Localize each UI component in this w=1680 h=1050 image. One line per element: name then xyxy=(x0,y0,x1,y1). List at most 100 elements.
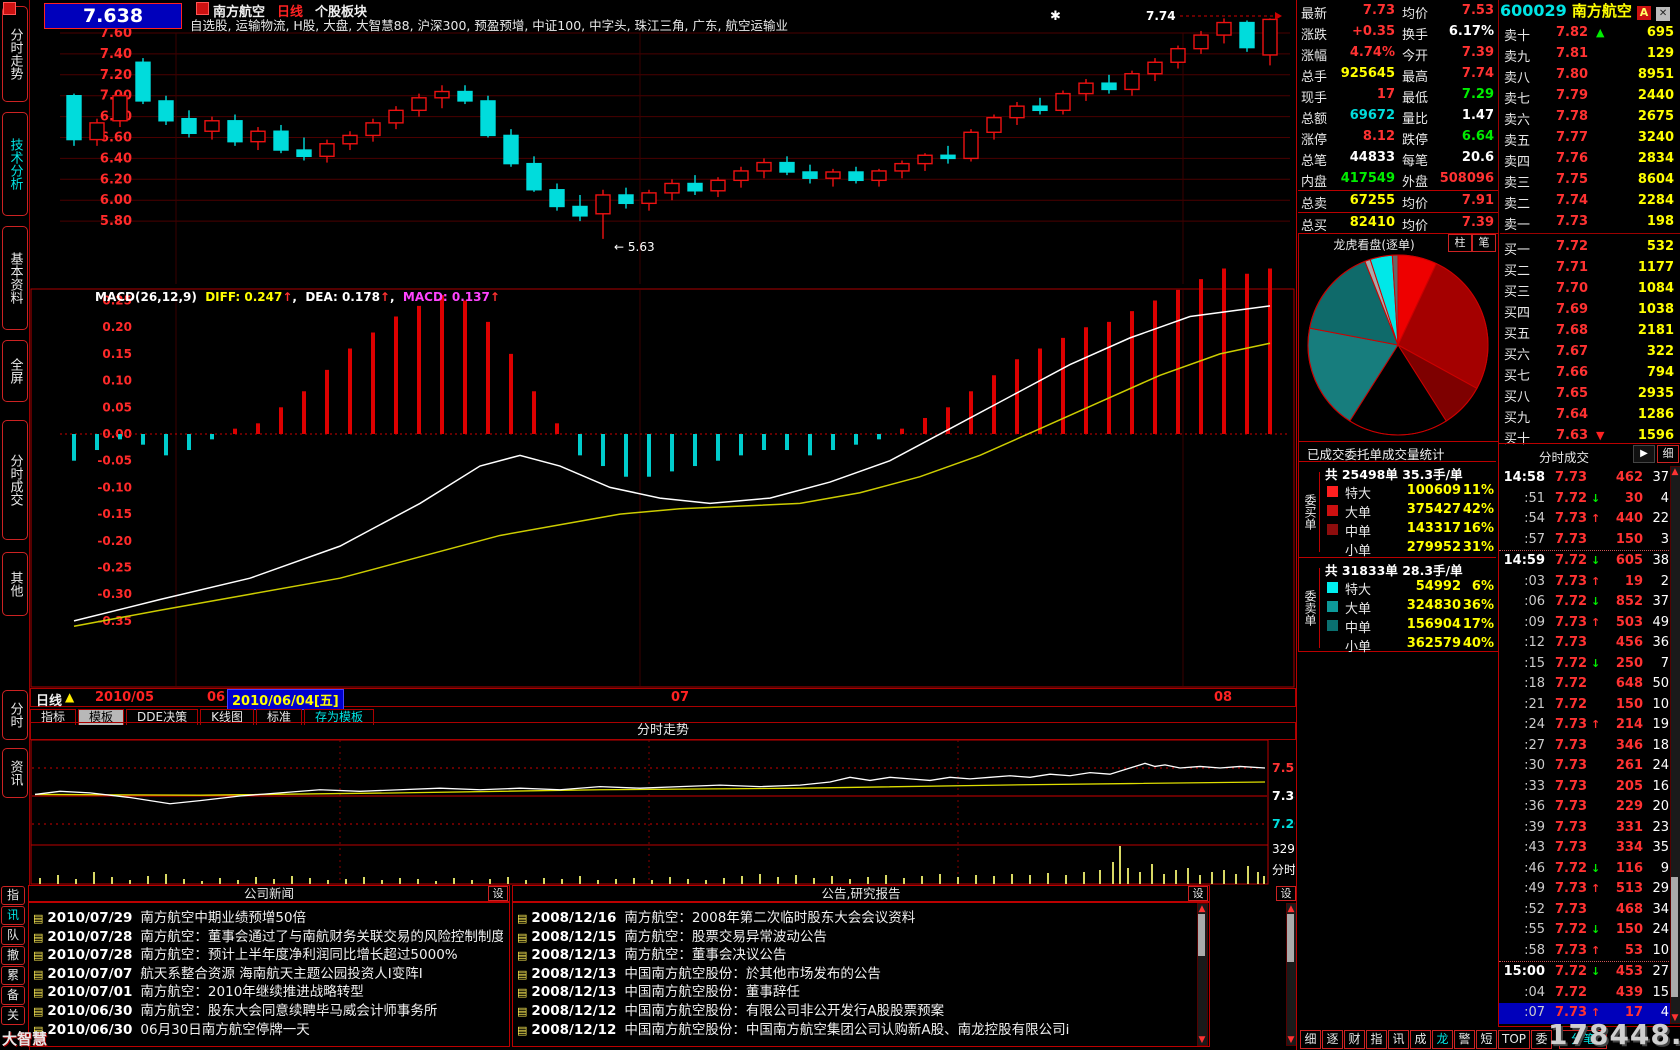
sidebar-subitem-1[interactable]: 分时 xyxy=(2,690,28,740)
company-news-panel-item-7[interactable]: ▤2010/06/3006月30日南方航空停牌一天 xyxy=(33,1018,503,1038)
svg-text:-0.20: -0.20 xyxy=(97,534,132,548)
company-news-panel-item-5[interactable]: ▤2010/07/01南方航空：2010年继续推进战略转型 xyxy=(33,980,503,1000)
queue-level-label: 卖三 xyxy=(1504,172,1530,191)
company-news-panel-item-4[interactable]: ▤2010/07/07航天系整合资源 海南航天主题公园投资人I变阵I xyxy=(33,962,503,982)
trade-volume: 229 xyxy=(1603,799,1643,814)
sidebar-item-3[interactable]: 基本资料 xyxy=(2,226,28,330)
bottom-tab-TOP[interactable]: TOP xyxy=(1498,1030,1530,1049)
queue-price: 7.64 xyxy=(1556,407,1588,422)
queue-price: 7.68 xyxy=(1556,323,1588,338)
scroll-thumb[interactable] xyxy=(1198,914,1205,956)
announcements-panel-item-2[interactable]: ▤2008/12/15南方航空：股票交易异常波动公告 xyxy=(517,925,1203,945)
quote-value: 1.47 xyxy=(1428,108,1494,123)
quote-label: 总买 xyxy=(1301,215,1327,234)
queue-price: 7.69 xyxy=(1556,302,1588,317)
company-news-panel-item-3[interactable]: ▤2010/07/28南方航空：预计上半年度净利润同比增长超过5000% xyxy=(33,943,503,963)
date-label-2[interactable]: 06 xyxy=(207,690,225,705)
sidebar-subitem-2[interactable]: 资讯 xyxy=(2,748,28,798)
pie-pen-button[interactable]: 笔 xyxy=(1472,234,1496,252)
pie-bar-button[interactable]: 柱 xyxy=(1448,234,1472,252)
sidebar-item-4[interactable]: 全屏 xyxy=(2,340,28,402)
trades-scrollbar[interactable]: ▲ ▼ xyxy=(1670,466,1680,1024)
trades-list[interactable]: 14:587.7346237:517.72↓304:547.73↑44022:5… xyxy=(1499,468,1671,1024)
sidebar-item-2[interactable]: 技术分析 xyxy=(2,112,28,216)
scroll-thumb[interactable] xyxy=(1671,877,1678,997)
quote-label: 总额 xyxy=(1301,108,1327,127)
scroll-down-icon[interactable]: ▼ xyxy=(1287,1035,1295,1045)
news-tab-7[interactable]: 关 xyxy=(1,1006,25,1025)
side-label: 委卖单 xyxy=(1301,568,1320,648)
stats-value: 324830 xyxy=(1389,598,1461,613)
trade-price: 7.73 xyxy=(1555,758,1587,773)
scroll-down-icon[interactable]: ▼ xyxy=(1198,1035,1206,1045)
close-icon[interactable]: ✕ xyxy=(1656,7,1670,21)
trade-count: 22 xyxy=(1645,511,1669,526)
date-label-1[interactable]: 2010/05 xyxy=(95,690,154,705)
bottom-tab-成[interactable]: 成 xyxy=(1410,1030,1431,1049)
announcements-panel-settings-button[interactable]: 设 xyxy=(1188,886,1208,901)
trade-row: :067.72↓85237 xyxy=(1499,592,1671,613)
svg-text:-0.15: -0.15 xyxy=(97,507,132,521)
trade-count: 24 xyxy=(1645,758,1669,773)
news-tab-6[interactable]: 备 xyxy=(1,986,25,1005)
stock-tags[interactable]: 自选股, 运输物流, H股, 大盘, 大智慧88, 沪深300, 预盈预增, 中… xyxy=(190,15,788,34)
news-tab-4[interactable]: 撤 xyxy=(1,946,25,965)
news-scrollbar[interactable]: ▲▼ xyxy=(1197,903,1208,1046)
announcements-panel-item-4[interactable]: ▤2008/12/13中国南方航空股份：於其他市场发布的公告 xyxy=(517,962,1203,982)
news-tab-5[interactable]: 累 xyxy=(1,966,25,985)
scroll-thumb[interactable] xyxy=(1287,914,1294,962)
queue-volume: 8951 xyxy=(1608,67,1674,82)
queue-level-label: 买二 xyxy=(1504,260,1530,279)
scroll-up-icon[interactable]: ▲ xyxy=(1287,904,1295,914)
trade-time: :55 xyxy=(1499,922,1545,937)
price-box: 7.638 xyxy=(44,3,182,29)
queue-level-label: 卖五 xyxy=(1504,130,1530,149)
quote-value: 67255 xyxy=(1330,193,1395,208)
trade-volume: 261 xyxy=(1603,758,1643,773)
date-label-4[interactable]: 07 xyxy=(671,690,689,705)
intraday-chart[interactable]: 7.567.387.2032963分时 xyxy=(30,739,1295,902)
bottom-tab-龙[interactable]: 龙 xyxy=(1432,1030,1453,1049)
trade-row: :047.7243915 xyxy=(1499,983,1671,1004)
trades-detail-button[interactable]: 细 xyxy=(1657,445,1679,463)
period-arrow-icon[interactable]: ▲ xyxy=(65,690,74,704)
trade-price: 7.73 xyxy=(1555,532,1587,547)
sidebar-item-5[interactable]: 分时成交 xyxy=(2,420,28,540)
candlestick-chart[interactable]: 7.607.407.207.006.806.606.406.206.005.80… xyxy=(30,0,1295,688)
stats-summary: 共 31833单 28.3手/单 xyxy=(1325,560,1463,579)
bottom-tab-细[interactable]: 细 xyxy=(1300,1030,1321,1049)
order-stats-buy: 委买单共 25498单 35.3手/单特大10060911%大单37542742… xyxy=(1299,461,1496,557)
announcements-panel-item-1[interactable]: ▤2008/12/16南方航空：2008年第二次临时股东大会会议资料 xyxy=(517,906,1203,926)
company-news-panel-item-1[interactable]: ▤2010/07/29南方航空中期业绩预增50倍 xyxy=(33,906,503,926)
news-tab-3[interactable]: 队 xyxy=(1,926,25,945)
trade-count: 24 xyxy=(1645,922,1669,937)
date-label-5[interactable]: 08 xyxy=(1214,690,1232,705)
news-tab-1[interactable]: 指 xyxy=(1,886,25,905)
bottom-tab-警[interactable]: 警 xyxy=(1454,1030,1475,1049)
intraday-settings-button[interactable]: 设 xyxy=(1276,886,1296,901)
sidebar-item-1[interactable]: 分时走势 xyxy=(2,6,28,102)
bottom-tab-指[interactable]: 指 xyxy=(1366,1030,1387,1049)
document-icon: ▤ xyxy=(517,949,527,962)
sidebar-item-6[interactable]: 其他 xyxy=(2,552,28,616)
stats-pct: 6% xyxy=(1461,579,1494,594)
date-axis[interactable]: 日线 ▲ 2010/05062010/06/04[五]0708 xyxy=(30,688,1296,707)
bottom-tab-财[interactable]: 财 xyxy=(1344,1030,1365,1049)
announcements-panel-item-5[interactable]: ▤2008/12/13中国南方航空股份：董事辞任 xyxy=(517,980,1203,1000)
scroll-up-icon[interactable]: ▲ xyxy=(1671,467,1679,477)
announcements-panel-item-7[interactable]: ▤2008/12/12中国南方航空股份：中国南方航空集团公司认购新A股、南龙控股… xyxy=(517,1018,1203,1038)
company-news-panel-settings-button[interactable]: 设 xyxy=(488,886,508,901)
trade-count: 4 xyxy=(1645,491,1669,506)
announcements-panel-item-6[interactable]: ▤2008/12/12中国南方航空股份：有限公司非公开发行A股股票预案 xyxy=(517,999,1203,1019)
bottom-tab-逐[interactable]: 逐 xyxy=(1322,1030,1343,1049)
expand-icon[interactable]: ▶ xyxy=(1633,445,1655,463)
scroll-up-icon[interactable]: ▲ xyxy=(1198,904,1206,914)
company-news-panel-item-6[interactable]: ▤2010/06/30南方航空：股东大会同意续聘毕马威会计师事务所 xyxy=(33,999,503,1019)
quote-value: 7.39 xyxy=(1428,45,1494,60)
bottom-tab-讯[interactable]: 讯 xyxy=(1388,1030,1409,1049)
announcements-panel-item-3[interactable]: ▤2008/12/13南方航空：董事会决议公告 xyxy=(517,943,1203,963)
chart-tool-tabs: 指标模板DDE决策K线图标准存为模板 xyxy=(30,706,1294,722)
news-tab-2[interactable]: 讯 xyxy=(1,906,25,925)
bottom-tab-短[interactable]: 短 xyxy=(1476,1030,1497,1049)
company-news-panel-item-2[interactable]: ▤2010/07/28南方航空：董事会通过了与南航财务关联交易的风险控制制度 xyxy=(33,925,503,945)
